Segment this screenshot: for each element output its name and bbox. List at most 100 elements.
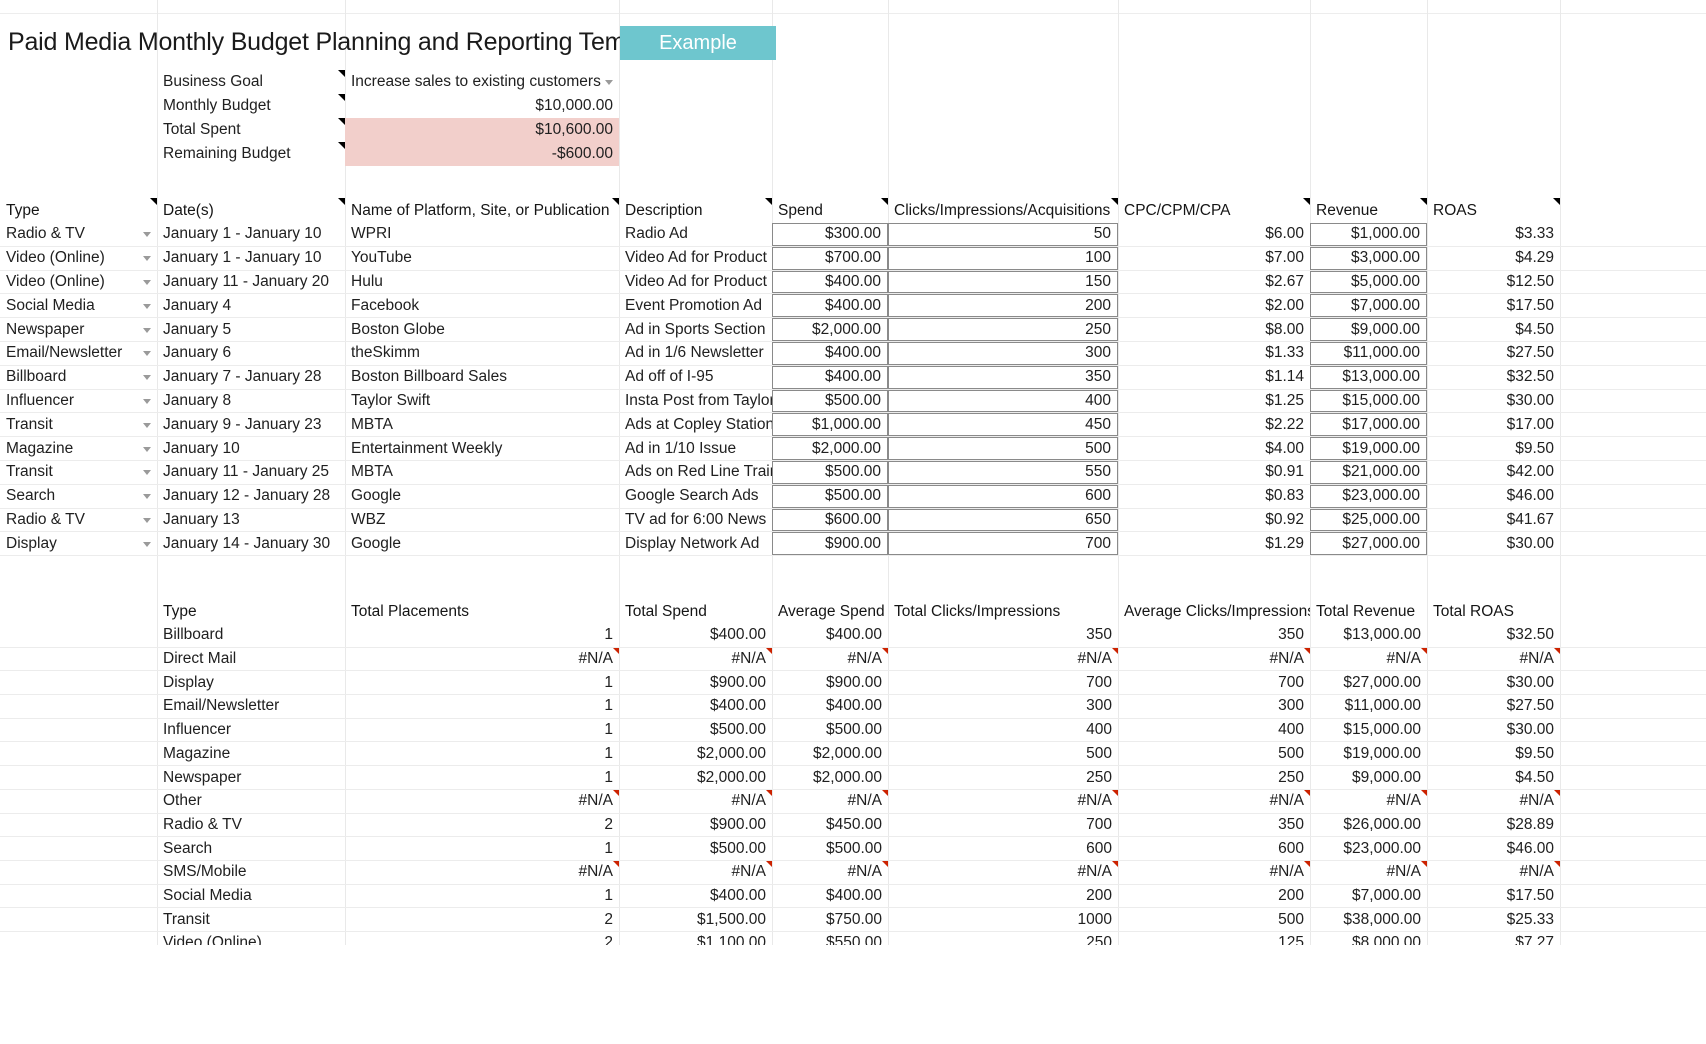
summary-cell-total_revenue[interactable]: $26,000.00 xyxy=(1310,814,1427,837)
summary-cell-total_spend[interactable]: $2,000.00 xyxy=(619,743,772,766)
cell-dates[interactable]: January 6 xyxy=(157,342,345,365)
cell-revenue[interactable]: $1,000.00 xyxy=(1310,223,1427,246)
summary-cell-type[interactable]: Radio & TV xyxy=(157,814,345,837)
cell-cpc[interactable]: $0.83 xyxy=(1118,485,1310,508)
summary-table-row[interactable]: Newspaper 1 $2,000.00 $2,000.00 250 250 $9,000… xyxy=(0,766,1706,790)
cell-dates[interactable]: January 1 - January 10 xyxy=(157,247,345,270)
cell-revenue[interactable]: $13,000.00 xyxy=(1310,365,1427,389)
summary-cell-type[interactable]: Influencer xyxy=(157,719,345,742)
cell-cpc[interactable]: $4.00 xyxy=(1118,437,1310,460)
cell-cpc[interactable]: $2.67 xyxy=(1118,271,1310,294)
table-row[interactable]: Search January 12 - January 28 Google Googl… xyxy=(0,484,1706,509)
cell-revenue[interactable]: $21,000.00 xyxy=(1310,461,1427,484)
summary-cell-total_spend[interactable]: #N/A xyxy=(619,647,772,671)
cell-roas[interactable]: $4.50 xyxy=(1427,318,1560,341)
summary-table-row[interactable]: Other #N/A #N/A #N/A #N/A #N/A #N/A #N/A xyxy=(0,789,1706,814)
summary-cell-placements[interactable]: 1 xyxy=(345,766,619,789)
cell-description[interactable]: Ads at Copley Station xyxy=(619,413,772,436)
cell-revenue[interactable]: $7,000.00 xyxy=(1310,294,1427,318)
summary-cell-avg_clicks[interactable]: 700 xyxy=(1118,671,1310,694)
chevron-down-icon[interactable] xyxy=(605,80,613,85)
summary-cell-avg_spend[interactable]: $750.00 xyxy=(772,908,888,931)
table-row[interactable]: Newspaper January 5 Boston Globe Ad in Spor… xyxy=(0,318,1706,342)
cell-platform[interactable]: theSkimm xyxy=(345,342,619,365)
summary-cell-avg_spend[interactable]: $400.00 xyxy=(772,624,888,647)
summary-cell-type[interactable]: Newspaper xyxy=(157,766,345,789)
summary-cell-type[interactable]: Display xyxy=(157,671,345,694)
summary-table-row[interactable]: Direct Mail #N/A #N/A #N/A #N/A #N/A #N/A #N/A xyxy=(0,647,1706,672)
cell-spend[interactable]: $400.00 xyxy=(772,365,888,389)
summary-cell-avg_clicks[interactable]: 300 xyxy=(1118,695,1310,718)
summary-cell-total_clicks[interactable]: 700 xyxy=(888,814,1118,837)
summary-cell-type[interactable]: Email/Newsletter xyxy=(157,695,345,718)
cell-revenue[interactable]: $27,000.00 xyxy=(1310,532,1427,556)
cell-revenue[interactable]: $25,000.00 xyxy=(1310,508,1427,532)
cell-cpc[interactable]: $2.22 xyxy=(1118,413,1310,436)
summary-cell-total_spend[interactable]: $500.00 xyxy=(619,719,772,742)
summary-cell-avg_spend[interactable]: $400.00 xyxy=(772,885,888,908)
table-row[interactable]: Transit January 9 - January 23 MBTA Ads at … xyxy=(0,413,1706,438)
chevron-down-icon[interactable] xyxy=(143,303,151,309)
summary-cell-avg_spend[interactable]: #N/A xyxy=(772,789,888,813)
summary-cell-total_clicks[interactable]: #N/A xyxy=(888,647,1118,671)
cell-dates[interactable]: January 8 xyxy=(157,390,345,413)
summary-cell-type[interactable]: Direct Mail xyxy=(157,648,345,671)
cell-clicks[interactable]: 300 xyxy=(888,342,1118,365)
summary-cell-total_clicks[interactable]: 500 xyxy=(888,743,1118,766)
cell-clicks[interactable]: 350 xyxy=(888,365,1118,389)
summary-cell-total_roas[interactable]: $25.33 xyxy=(1427,908,1560,931)
summary-cell-avg_clicks[interactable]: 500 xyxy=(1118,908,1310,931)
cell-type[interactable]: Search xyxy=(0,485,157,508)
summary-cell-placements[interactable]: 2 xyxy=(345,908,619,931)
cell-type[interactable]: Influencer xyxy=(0,390,157,413)
cell-clicks[interactable]: 250 xyxy=(888,318,1118,341)
summary-cell-total_clicks[interactable]: 600 xyxy=(888,837,1118,860)
summary-cell-avg_spend[interactable]: $500.00 xyxy=(772,719,888,742)
summary-cell-avg_spend[interactable]: $2,000.00 xyxy=(772,766,888,789)
cell-platform[interactable]: YouTube xyxy=(345,247,619,270)
summary-cell-total_roas[interactable]: $30.00 xyxy=(1427,719,1560,742)
cell-clicks[interactable]: 50 xyxy=(888,223,1118,246)
summary-cell-placements[interactable]: 1 xyxy=(345,695,619,718)
chevron-down-icon[interactable] xyxy=(143,256,151,262)
cell-roas[interactable]: $41.67 xyxy=(1427,509,1560,532)
cell-dates[interactable]: January 5 xyxy=(157,318,345,341)
summary-cell-total_revenue[interactable]: $7,000.00 xyxy=(1310,885,1427,908)
cell-roas[interactable]: $27.50 xyxy=(1427,342,1560,365)
summary-cell-total_revenue[interactable]: $11,000.00 xyxy=(1310,695,1427,718)
chevron-down-icon[interactable] xyxy=(143,422,151,428)
summary-cell-placements[interactable]: 1 xyxy=(345,743,619,766)
cell-cpc[interactable]: $8.00 xyxy=(1118,318,1310,341)
summary-cell-total_roas[interactable]: $28.89 xyxy=(1427,814,1560,837)
summary-cell-total_roas[interactable]: $30.00 xyxy=(1427,671,1560,694)
cell-description[interactable]: Ads on Red Line Train xyxy=(619,461,772,484)
summary-cell-total_clicks[interactable]: #N/A xyxy=(888,789,1118,813)
summary-table-row[interactable]: Email/Newsletter 1 $400.00 $400.00 300 300 $11… xyxy=(0,695,1706,719)
cell-cpc[interactable]: $2.00 xyxy=(1118,294,1310,317)
summary-cell-total_spend[interactable]: $400.00 xyxy=(619,885,772,908)
summary-cell-total_clicks[interactable]: 250 xyxy=(888,766,1118,789)
chevron-down-icon[interactable] xyxy=(143,517,151,523)
summary-table-row[interactable]: SMS/Mobile #N/A #N/A #N/A #N/A #N/A #N/A #N/A xyxy=(0,861,1706,885)
cell-clicks[interactable]: 200 xyxy=(888,294,1118,318)
summary-cell-total_roas[interactable]: $27.50 xyxy=(1427,695,1560,718)
summary-cell-total_spend[interactable]: $1,500.00 xyxy=(619,908,772,931)
table-row[interactable]: Video (Online) January 1 - January 10 YouT… xyxy=(0,246,1706,271)
cell-spend[interactable]: $400.00 xyxy=(772,342,888,365)
table-row[interactable]: Display January 14 - January 30 Google Disp… xyxy=(0,532,1706,557)
cell-roas[interactable]: $42.00 xyxy=(1427,461,1560,484)
cell-type[interactable]: Transit xyxy=(0,461,157,484)
cell-description[interactable]: Event Promotion Ad xyxy=(619,294,772,317)
cell-type[interactable]: Radio & TV xyxy=(0,509,157,532)
summary-cell-total_clicks[interactable]: 400 xyxy=(888,719,1118,742)
summary-cell-type[interactable]: Other xyxy=(157,790,345,813)
cell-dates[interactable]: January 4 xyxy=(157,294,345,317)
cell-description[interactable]: Ad in Sports Section xyxy=(619,318,772,341)
cell-platform[interactable]: Hulu xyxy=(345,271,619,294)
cell-clicks[interactable]: 150 xyxy=(888,270,1118,294)
cell-dates[interactable]: January 7 - January 28 xyxy=(157,366,345,389)
cell-description[interactable]: TV ad for 6:00 News xyxy=(619,509,772,532)
chevron-down-icon[interactable] xyxy=(143,446,151,452)
summary-cell-total_clicks[interactable]: #N/A xyxy=(888,861,1118,884)
table-row[interactable]: Video (Online) January 11 - January 20 Hul… xyxy=(0,270,1706,295)
